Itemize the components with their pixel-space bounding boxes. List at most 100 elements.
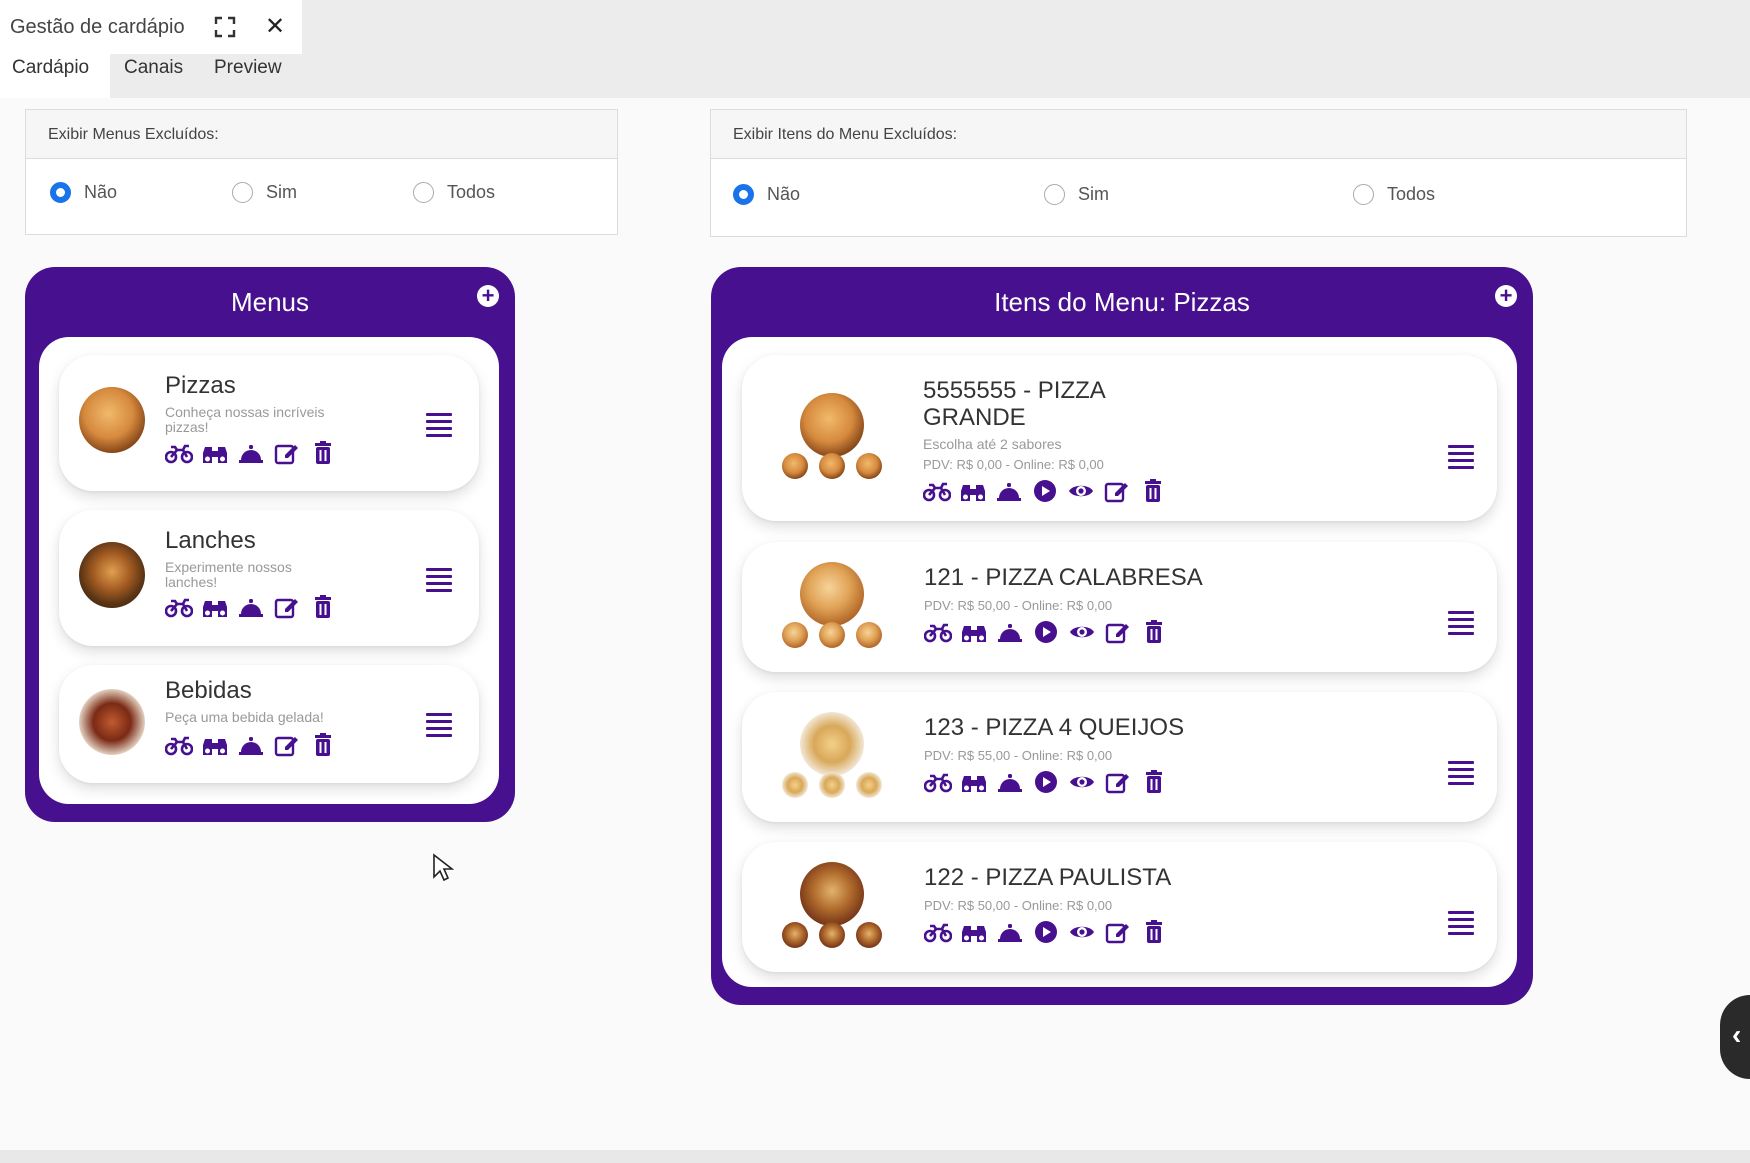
item-price: PDV: R$ 50,00 - Online: R$ 0,00 (924, 598, 1113, 613)
expand-icon[interactable] (214, 16, 236, 38)
menus-filter-option-todos[interactable]: Todos (413, 182, 495, 203)
edit-icon[interactable] (1103, 479, 1131, 503)
items-filter-option-todos[interactable]: Todos (1353, 184, 1435, 205)
drag-handle-icon[interactable] (1448, 445, 1474, 469)
play-icon[interactable] (1032, 620, 1060, 644)
window-tab[interactable]: Gestão de cardápio ✕ (0, 0, 302, 54)
edit-icon[interactable] (273, 595, 301, 619)
radio-unselected[interactable] (232, 182, 253, 203)
edit-icon[interactable] (1104, 770, 1132, 794)
close-icon[interactable]: ✕ (265, 13, 285, 41)
menus-filter-option-sim[interactable]: Sim (232, 182, 297, 203)
cloche-icon[interactable] (237, 733, 265, 757)
item-card[interactable]: 5555555 - PIZZA GRANDE Escolha até 2 sab… (742, 355, 1497, 521)
eye-icon[interactable] (1067, 479, 1095, 503)
radio-unselected[interactable] (413, 182, 434, 203)
binoculars-icon[interactable] (201, 595, 229, 619)
edit-icon[interactable] (273, 441, 301, 465)
radio-label: Todos (1387, 184, 1436, 204)
eye-icon[interactable] (1068, 620, 1096, 644)
edit-icon[interactable] (1104, 620, 1132, 644)
edit-icon[interactable] (1104, 920, 1132, 944)
tab-cardapio[interactable]: Cardápio (0, 54, 110, 98)
binoculars-icon[interactable] (960, 620, 988, 644)
motorcycle-icon[interactable] (924, 920, 952, 944)
trash-icon[interactable] (1140, 920, 1168, 944)
menu-card-pizzas[interactable]: Pizzas Conheça nossas incríveis pizzas! (59, 355, 479, 491)
item-price: PDV: R$ 0,00 - Online: R$ 0,00 (923, 457, 1104, 472)
drag-handle-icon[interactable] (1448, 911, 1474, 935)
trash-icon[interactable] (309, 595, 337, 619)
item-actions (923, 479, 1175, 503)
cloche-icon[interactable] (996, 770, 1024, 794)
trash-icon[interactable] (1139, 479, 1167, 503)
binoculars-icon[interactable] (960, 920, 988, 944)
play-icon[interactable] (1032, 920, 1060, 944)
binoculars-icon[interactable] (201, 441, 229, 465)
drag-handle-icon[interactable] (426, 713, 452, 737)
motorcycle-icon[interactable] (923, 479, 951, 503)
eye-icon[interactable] (1068, 920, 1096, 944)
menu-name: Pizzas (165, 372, 236, 399)
trash-icon[interactable] (1140, 620, 1168, 644)
pizza-thumb (782, 453, 808, 479)
drag-handle-icon[interactable] (426, 413, 452, 437)
item-card[interactable]: 122 - PIZZA PAULISTA PDV: R$ 50,00 - Onl… (742, 842, 1497, 972)
trash-icon[interactable] (309, 733, 337, 757)
menus-deleted-filter: Exibir Menus Excluídos: Não Sim Todos (25, 109, 618, 235)
drag-handle-icon[interactable] (426, 568, 452, 592)
pizza-thumb (856, 922, 882, 948)
radio-label: Sim (266, 182, 297, 202)
pizza-image (800, 862, 864, 926)
pizza-image (79, 387, 145, 453)
motorcycle-icon[interactable] (165, 595, 193, 619)
binoculars-icon[interactable] (201, 733, 229, 757)
radio-selected[interactable] (733, 184, 754, 205)
item-name: 123 - PIZZA 4 QUEIJOS (924, 714, 1185, 741)
menu-description: Conheça nossas incríveis pizzas! (165, 404, 325, 435)
radio-selected[interactable] (50, 182, 71, 203)
motorcycle-icon[interactable] (924, 770, 952, 794)
eye-icon[interactable] (1068, 770, 1096, 794)
drag-handle-icon[interactable] (1448, 611, 1474, 635)
trash-icon[interactable] (309, 441, 337, 465)
cloche-icon[interactable] (237, 441, 265, 465)
radio-unselected[interactable] (1044, 184, 1065, 205)
tab-preview[interactable]: Preview (202, 54, 294, 98)
add-menu-icon[interactable]: + (477, 285, 499, 307)
trash-icon[interactable] (1140, 770, 1168, 794)
items-filter-option-nao[interactable]: Não (733, 184, 800, 205)
item-card[interactable]: 123 - PIZZA 4 QUEIJOS PDV: R$ 55,00 - On… (742, 692, 1497, 822)
motorcycle-icon[interactable] (165, 441, 193, 465)
items-filter-option-sim[interactable]: Sim (1044, 184, 1109, 205)
play-icon[interactable] (1031, 479, 1059, 503)
item-actions (924, 770, 1176, 794)
item-price: PDV: R$ 55,00 - Online: R$ 0,00 (924, 748, 1113, 763)
cloche-icon[interactable] (996, 920, 1024, 944)
radio-label: Não (84, 182, 118, 202)
pizza-thumb (819, 772, 845, 798)
item-name: 122 - PIZZA PAULISTA (924, 864, 1172, 891)
motorcycle-icon[interactable] (165, 733, 193, 757)
menu-items-list: 5555555 - PIZZA GRANDE Escolha até 2 sab… (722, 337, 1517, 987)
cloche-icon[interactable] (996, 620, 1024, 644)
radio-label: Sim (1078, 184, 1109, 204)
menu-card-lanches[interactable]: Lanches Experimente nossos lanches! (59, 510, 479, 646)
edit-icon[interactable] (273, 733, 301, 757)
menus-panel: Menus + Pizzas Conheça nossas incríveis … (25, 267, 515, 822)
drag-handle-icon[interactable] (1448, 761, 1474, 785)
binoculars-icon[interactable] (959, 479, 987, 503)
binoculars-icon[interactable] (960, 770, 988, 794)
cloche-icon[interactable] (995, 479, 1023, 503)
menus-filter-option-nao[interactable]: Não (50, 182, 117, 203)
pizza-image (800, 393, 864, 457)
radio-unselected[interactable] (1353, 184, 1374, 205)
play-icon[interactable] (1032, 770, 1060, 794)
item-card[interactable]: 121 - PIZZA CALABRESA PDV: R$ 50,00 - On… (742, 542, 1497, 672)
add-item-icon[interactable]: + (1495, 285, 1517, 307)
motorcycle-icon[interactable] (924, 620, 952, 644)
menu-card-bebidas[interactable]: Bebidas Peça uma bebida gelada! (59, 665, 479, 783)
menu-name: Lanches (165, 527, 256, 554)
cloche-icon[interactable] (237, 595, 265, 619)
tab-canais[interactable]: Canais (112, 54, 195, 98)
